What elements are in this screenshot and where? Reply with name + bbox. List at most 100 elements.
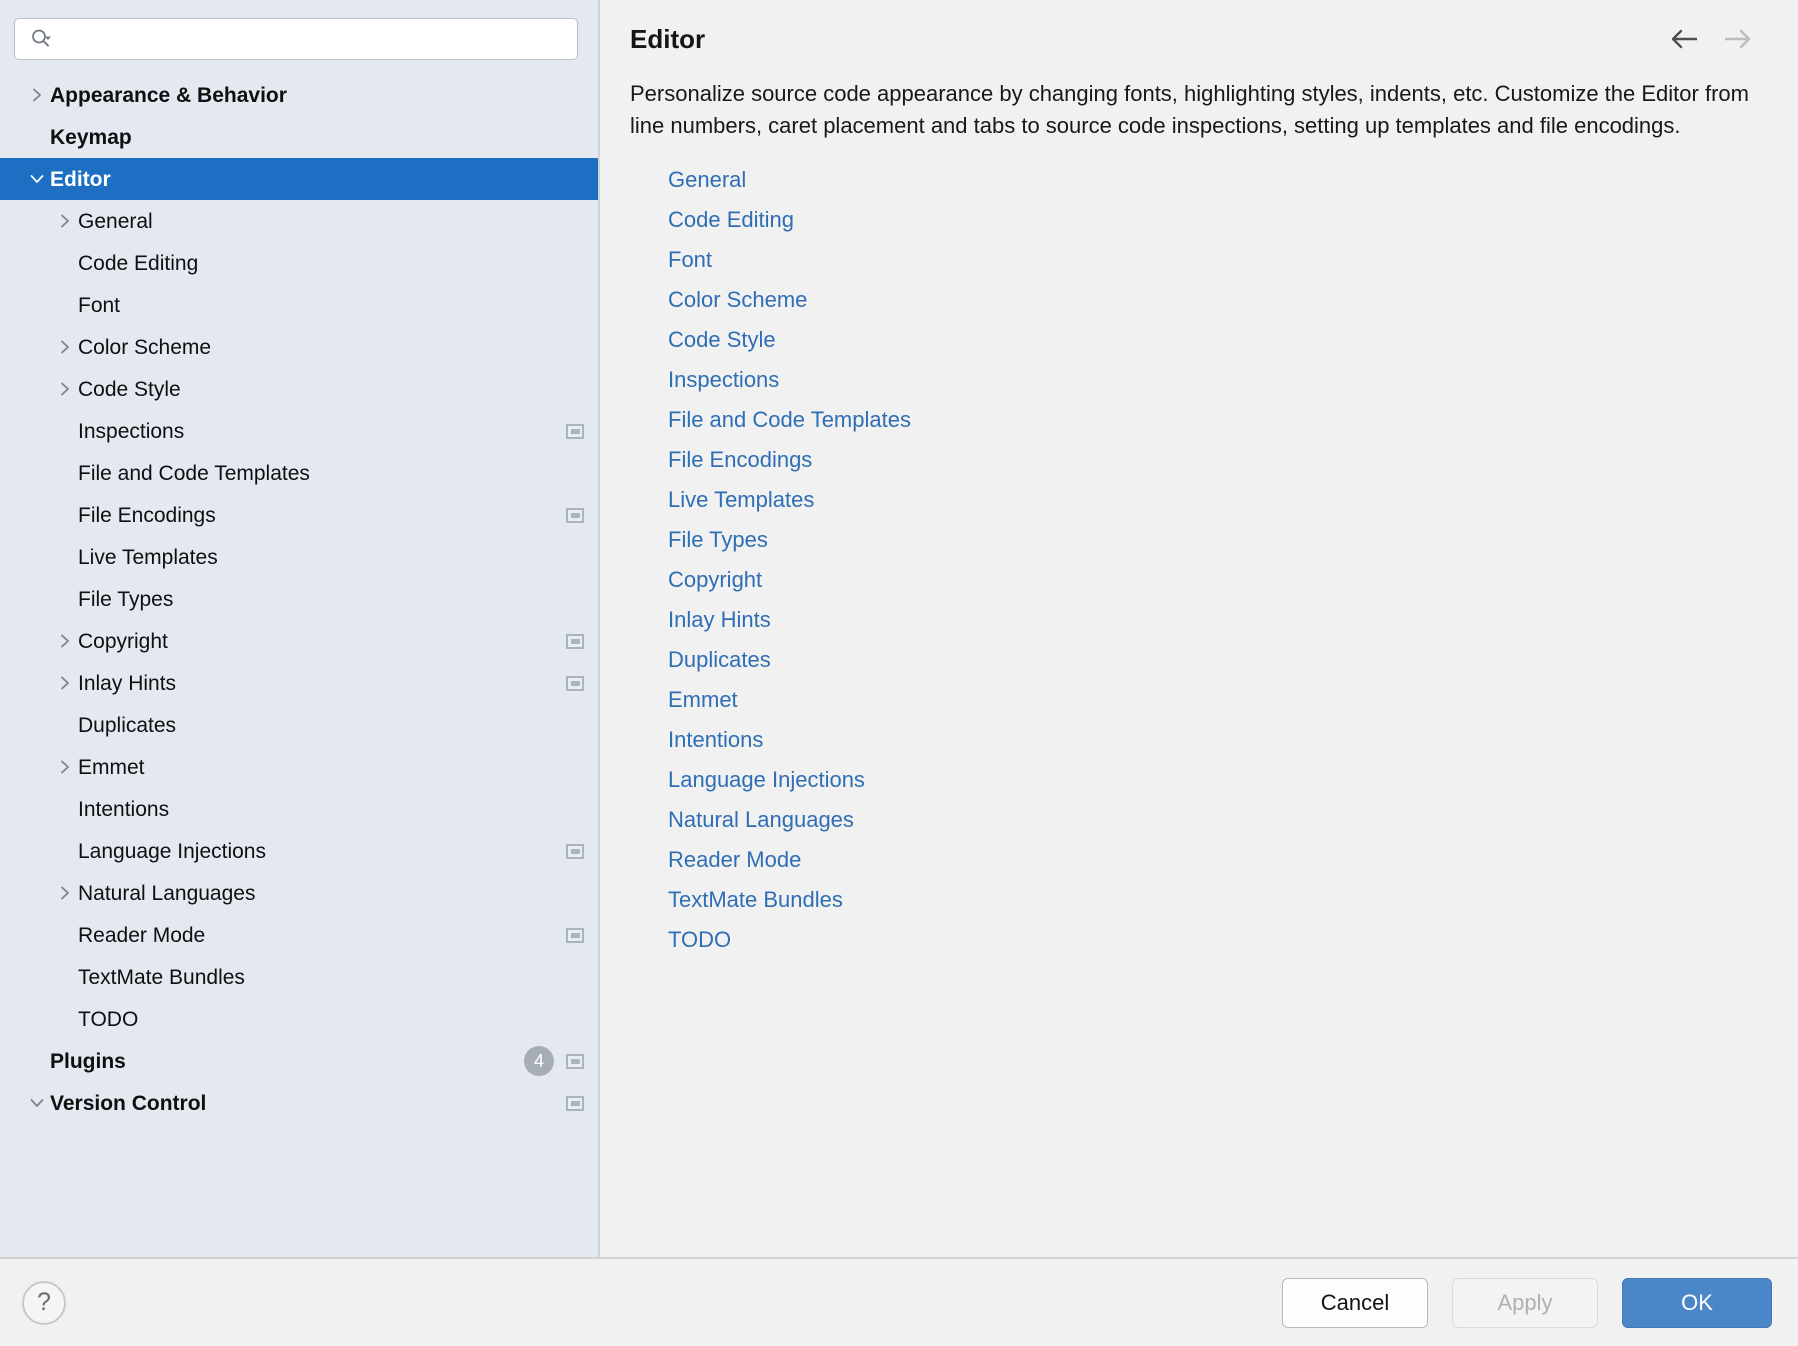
link-list-item: Language Injections — [668, 760, 1768, 800]
link-list-item: File Encodings — [668, 440, 1768, 480]
search-container — [0, 0, 598, 74]
subsection-link[interactable]: File Encodings — [668, 449, 812, 471]
chevron-down-icon[interactable] — [24, 1095, 50, 1111]
sidebar-item-general[interactable]: General — [0, 200, 598, 242]
sidebar-item-indicators — [566, 620, 584, 662]
arrow-right-icon[interactable] — [1722, 28, 1752, 50]
sidebar-item-indicators — [566, 494, 584, 536]
sidebar-item-label: Font — [78, 295, 120, 316]
sidebar-item-label: Code Style — [78, 379, 181, 400]
subsection-link[interactable]: Emmet — [668, 689, 738, 711]
link-list-item: Intentions — [668, 720, 1768, 760]
footer-button-group: Cancel Apply OK — [1282, 1278, 1772, 1328]
help-button[interactable]: ? — [22, 1281, 66, 1325]
cancel-button[interactable]: Cancel — [1282, 1278, 1428, 1328]
subsection-link[interactable]: Code Editing — [668, 209, 794, 231]
sidebar-item-label: File and Code Templates — [78, 463, 310, 484]
sidebar-item-live-templates[interactable]: Live Templates — [0, 536, 598, 578]
link-list-item: Color Scheme — [668, 280, 1768, 320]
sidebar-item-inspections[interactable]: Inspections — [0, 410, 598, 452]
sidebar-item-inlay-hints[interactable]: Inlay Hints — [0, 662, 598, 704]
subsection-link[interactable]: File Types — [668, 529, 768, 551]
project-scope-icon — [566, 1054, 584, 1069]
content-panel: Editor Perso — [600, 0, 1798, 1257]
sidebar-item-intentions[interactable]: Intentions — [0, 788, 598, 830]
sidebar-item-font[interactable]: Font — [0, 284, 598, 326]
arrow-left-icon[interactable] — [1670, 28, 1700, 50]
sidebar-item-reader-mode[interactable]: Reader Mode — [0, 914, 598, 956]
project-scope-icon — [566, 928, 584, 943]
sidebar-item-label: File Encodings — [78, 505, 216, 526]
sidebar-item-label: TextMate Bundles — [78, 967, 245, 988]
sidebar-item-emmet[interactable]: Emmet — [0, 746, 598, 788]
subsection-link[interactable]: TODO — [668, 929, 731, 951]
chevron-right-icon[interactable] — [52, 759, 78, 775]
sidebar-item-file-types[interactable]: File Types — [0, 578, 598, 620]
sidebar-item-editor[interactable]: Editor — [0, 158, 598, 200]
apply-button[interactable]: Apply — [1452, 1278, 1598, 1328]
subsection-link[interactable]: Code Style — [668, 329, 776, 351]
link-list-item: Natural Languages — [668, 800, 1768, 840]
sidebar-item-keymap[interactable]: Keymap — [0, 116, 598, 158]
page-title: Editor — [630, 26, 705, 52]
chevron-right-icon[interactable] — [24, 87, 50, 103]
ok-button[interactable]: OK — [1622, 1278, 1772, 1328]
chevron-right-icon[interactable] — [52, 675, 78, 691]
subsection-link[interactable]: Font — [668, 249, 712, 271]
sidebar-item-textmate-bundles[interactable]: TextMate Bundles — [0, 956, 598, 998]
sidebar-item-label: Intentions — [78, 799, 169, 820]
subsection-link[interactable]: Natural Languages — [668, 809, 854, 831]
subsection-link[interactable]: Copyright — [668, 569, 762, 591]
subsection-link[interactable]: Color Scheme — [668, 289, 807, 311]
subsection-link[interactable]: General — [668, 169, 746, 191]
subsection-link[interactable]: Intentions — [668, 729, 763, 751]
link-list-item: Inspections — [668, 360, 1768, 400]
subsection-link[interactable]: File and Code Templates — [668, 409, 911, 431]
chevron-down-icon[interactable] — [24, 171, 50, 187]
sidebar-item-indicators — [566, 830, 584, 872]
search-input[interactable] — [58, 19, 567, 59]
subsection-link[interactable]: Reader Mode — [668, 849, 801, 871]
sidebar-item-natural-languages[interactable]: Natural Languages — [0, 872, 598, 914]
sidebar-item-code-style[interactable]: Code Style — [0, 368, 598, 410]
sidebar-item-label: Inspections — [78, 421, 184, 442]
link-list-item: File and Code Templates — [668, 400, 1768, 440]
search-box[interactable] — [14, 18, 578, 60]
sidebar-item-todo[interactable]: TODO — [0, 998, 598, 1040]
sidebar-item-label: Inlay Hints — [78, 673, 176, 694]
chevron-right-icon[interactable] — [52, 339, 78, 355]
chevron-right-icon[interactable] — [52, 633, 78, 649]
chevron-right-icon[interactable] — [52, 885, 78, 901]
sidebar-item-code-editing[interactable]: Code Editing — [0, 242, 598, 284]
sidebar-item-label: Plugins — [50, 1051, 126, 1072]
settings-dialog: Appearance & Behavior Keymap Editor General… — [0, 0, 1798, 1346]
sidebar-item-file-encodings[interactable]: File Encodings — [0, 494, 598, 536]
subsection-link[interactable]: Inlay Hints — [668, 609, 771, 631]
sidebar-item-plugins[interactable]: Plugins4 — [0, 1040, 598, 1082]
sidebar-item-version-control[interactable]: Version Control — [0, 1082, 598, 1124]
sidebar-item-label: Color Scheme — [78, 337, 211, 358]
sidebar-item-label: Copyright — [78, 631, 168, 652]
chevron-right-icon[interactable] — [52, 381, 78, 397]
sidebar-item-label: Live Templates — [78, 547, 218, 568]
subsection-link[interactable]: Inspections — [668, 369, 779, 391]
chevron-right-icon[interactable] — [52, 213, 78, 229]
search-icon[interactable] — [30, 28, 52, 50]
sidebar-item-color-scheme[interactable]: Color Scheme — [0, 326, 598, 368]
subsection-link[interactable]: TextMate Bundles — [668, 889, 843, 911]
project-scope-icon — [566, 508, 584, 523]
sidebar-item-appearance-behavior[interactable]: Appearance & Behavior — [0, 74, 598, 116]
sidebar-item-indicators — [566, 914, 584, 956]
subsection-link[interactable]: Duplicates — [668, 649, 771, 671]
link-list-item: TextMate Bundles — [668, 880, 1768, 920]
sidebar-item-copyright[interactable]: Copyright — [0, 620, 598, 662]
sidebar-item-file-and-code-templates[interactable]: File and Code Templates — [0, 452, 598, 494]
sidebar-item-label: Appearance & Behavior — [50, 85, 287, 106]
subsection-link[interactable]: Live Templates — [668, 489, 814, 511]
sidebar-item-label: Language Injections — [78, 841, 266, 862]
sidebar-item-language-injections[interactable]: Language Injections — [0, 830, 598, 872]
sidebar-item-duplicates[interactable]: Duplicates — [0, 704, 598, 746]
sidebar-item-label: Editor — [50, 169, 111, 190]
settings-tree: Appearance & Behavior Keymap Editor General… — [0, 74, 598, 1124]
subsection-link[interactable]: Language Injections — [668, 769, 865, 791]
